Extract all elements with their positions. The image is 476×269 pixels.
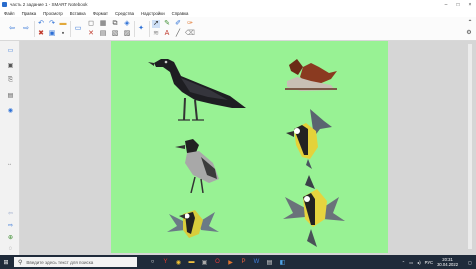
window-title: часть 2 задание 1 - SMART Notebook xyxy=(10,2,88,7)
media-player-icon[interactable]: ▶ xyxy=(224,255,237,269)
file-explorer-icon[interactable]: ▬ xyxy=(185,255,198,269)
minimize-button[interactable]: – xyxy=(440,0,452,9)
close-button[interactable]: × xyxy=(464,0,476,9)
panel-collapse-handle[interactable]: ↔ xyxy=(5,159,14,168)
panel-add-icon[interactable]: ⊕ xyxy=(6,233,15,242)
tray-chevron-icon[interactable]: ⌃ xyxy=(402,260,406,265)
yandex-browser-icon[interactable]: Y xyxy=(159,255,172,269)
forward-arrow-icon[interactable]: ⇨ xyxy=(22,25,30,33)
page-sorter-icon[interactable]: ▭ xyxy=(6,46,15,55)
side-panel: ▭ ▣ ⎘ ▤ ◉ ↔ ⇦ ⇨ ⊕ ◌ xyxy=(0,41,20,255)
gallery-tab-icon[interactable]: ▣ xyxy=(6,61,15,70)
taskbar-search-input[interactable]: ⚲ Введите здесь текст для поиска xyxy=(14,257,137,267)
network-icon[interactable]: ▭ xyxy=(409,260,413,265)
language-indicator[interactable]: РУС xyxy=(425,260,433,265)
clock[interactable]: 20:31 30.04.2022 xyxy=(437,257,462,267)
undo-icon[interactable]: ↶ xyxy=(37,20,45,28)
select-icon[interactable]: ➚ xyxy=(152,20,160,28)
back-arrow-icon[interactable]: ⇦ xyxy=(8,25,16,33)
table-icon[interactable]: ▤ xyxy=(99,30,107,38)
display-icon[interactable]: ▨ xyxy=(123,30,131,38)
properties-icon[interactable]: ▤ xyxy=(6,91,15,100)
line-icon[interactable]: ╱ xyxy=(174,30,182,38)
powerpoint-icon[interactable]: P xyxy=(237,255,250,269)
toolbar-settings-icon[interactable]: ⚙ xyxy=(465,29,473,37)
blue-tit-image[interactable] xyxy=(165,200,219,246)
great-tit-image[interactable] xyxy=(280,107,332,169)
menu-help[interactable]: Справка xyxy=(172,11,189,16)
creative-pen-icon[interactable]: ≋ xyxy=(152,30,160,38)
delete-icon[interactable]: ✖ xyxy=(37,30,45,38)
search-placeholder: Введите здесь текст для поиска xyxy=(26,259,94,265)
panel-right-arrow-icon[interactable]: ⇨ xyxy=(6,221,15,230)
system-tray: ⌃ ▭ ◂) РУС 20:31 30.04.2022 ▢ xyxy=(402,255,476,269)
highlighter-icon[interactable]: ✑ xyxy=(186,20,194,28)
smart-notebook-icon xyxy=(2,2,7,7)
flying-tit-image[interactable] xyxy=(283,175,345,247)
menu-view[interactable]: Просмотр xyxy=(43,11,63,16)
menu-edit[interactable]: Правка xyxy=(22,11,37,16)
task-view-icon[interactable]: ○ xyxy=(146,255,159,269)
menu-insert[interactable]: Вставка xyxy=(70,11,86,16)
clear-page-icon[interactable]: ◻ xyxy=(87,20,95,28)
word-icon[interactable]: W xyxy=(250,255,263,269)
vertical-scrollbar[interactable] xyxy=(468,44,472,249)
menu-bar: Файл Правка Просмотр Вставка Формат Сред… xyxy=(0,9,476,17)
title-bar: часть 2 задание 1 - SMART Notebook – □ × xyxy=(0,0,476,9)
toolbar-expand-icon[interactable]: ⌃ xyxy=(466,19,474,26)
search-icon: ⚲ xyxy=(18,259,23,266)
document-camera-icon[interactable]: ⧉ xyxy=(111,20,119,28)
toolbar xyxy=(0,17,476,41)
notifications-icon[interactable]: ▢ xyxy=(468,260,472,265)
addons-icon[interactable]: ◉ xyxy=(6,106,15,115)
chrome-icon[interactable]: ◉ xyxy=(172,255,185,269)
windows-start-icon[interactable]: ⊞ xyxy=(0,255,12,269)
window-controls: – □ × xyxy=(440,0,476,9)
attachments-icon[interactable]: ⎘ xyxy=(6,76,15,85)
smart-notebook-window: часть 2 задание 1 - SMART Notebook – □ ×… xyxy=(0,0,476,269)
hooded-crow-image[interactable] xyxy=(171,139,219,193)
capture-icon[interactable]: ▧ xyxy=(111,30,119,38)
screen-shade-icon[interactable]: ▭ xyxy=(74,25,82,33)
volume-icon[interactable]: ◂) xyxy=(417,260,421,265)
screen-capture-icon[interactable]: ◈ xyxy=(123,20,131,28)
menu-tools[interactable]: Средства xyxy=(115,11,134,16)
add-page-icon[interactable]: ▣ xyxy=(48,30,56,38)
crow-image[interactable] xyxy=(148,50,248,130)
windows-taskbar: ⊞ ⚲ Введите здесь текст для поиска ○ Y ◉… xyxy=(0,255,476,269)
gallery-icon[interactable]: ✦ xyxy=(137,25,145,33)
panel-left-arrow-icon[interactable]: ⇦ xyxy=(6,209,15,218)
opera-icon[interactable]: O xyxy=(211,255,224,269)
insert-image-icon[interactable]: ▦ xyxy=(99,20,107,28)
redo-icon[interactable]: ↷ xyxy=(48,20,56,28)
eraser-icon[interactable]: ⌫ xyxy=(185,30,195,38)
clock-date: 30.04.2022 xyxy=(437,262,459,267)
photos-icon[interactable]: ▣ xyxy=(198,255,211,269)
maximize-button[interactable]: □ xyxy=(452,0,464,9)
open-folder-icon[interactable]: ▬ xyxy=(59,20,67,28)
smart-notebook-taskbar-icon[interactable]: ◧ xyxy=(276,255,289,269)
magic-pen-icon[interactable]: ✐ xyxy=(174,20,182,28)
menu-file[interactable]: Файл xyxy=(4,11,15,16)
close-page-icon[interactable]: ✕ xyxy=(87,30,95,38)
menu-addons[interactable]: Надстройки xyxy=(141,11,165,16)
notes-icon[interactable]: ▤ xyxy=(263,255,276,269)
bullfinch-image[interactable] xyxy=(281,57,341,95)
text-icon[interactable]: A xyxy=(163,30,171,38)
save-icon[interactable]: ▪ xyxy=(59,30,67,38)
taskbar-apps: ○ Y ◉ ▬ ▣ O ▶ P W ▤ ◧ xyxy=(146,255,289,269)
pen-icon[interactable]: ✎ xyxy=(163,20,171,28)
panel-refresh-icon[interactable]: ◌ xyxy=(6,244,15,253)
menu-format[interactable]: Формат xyxy=(93,11,108,16)
